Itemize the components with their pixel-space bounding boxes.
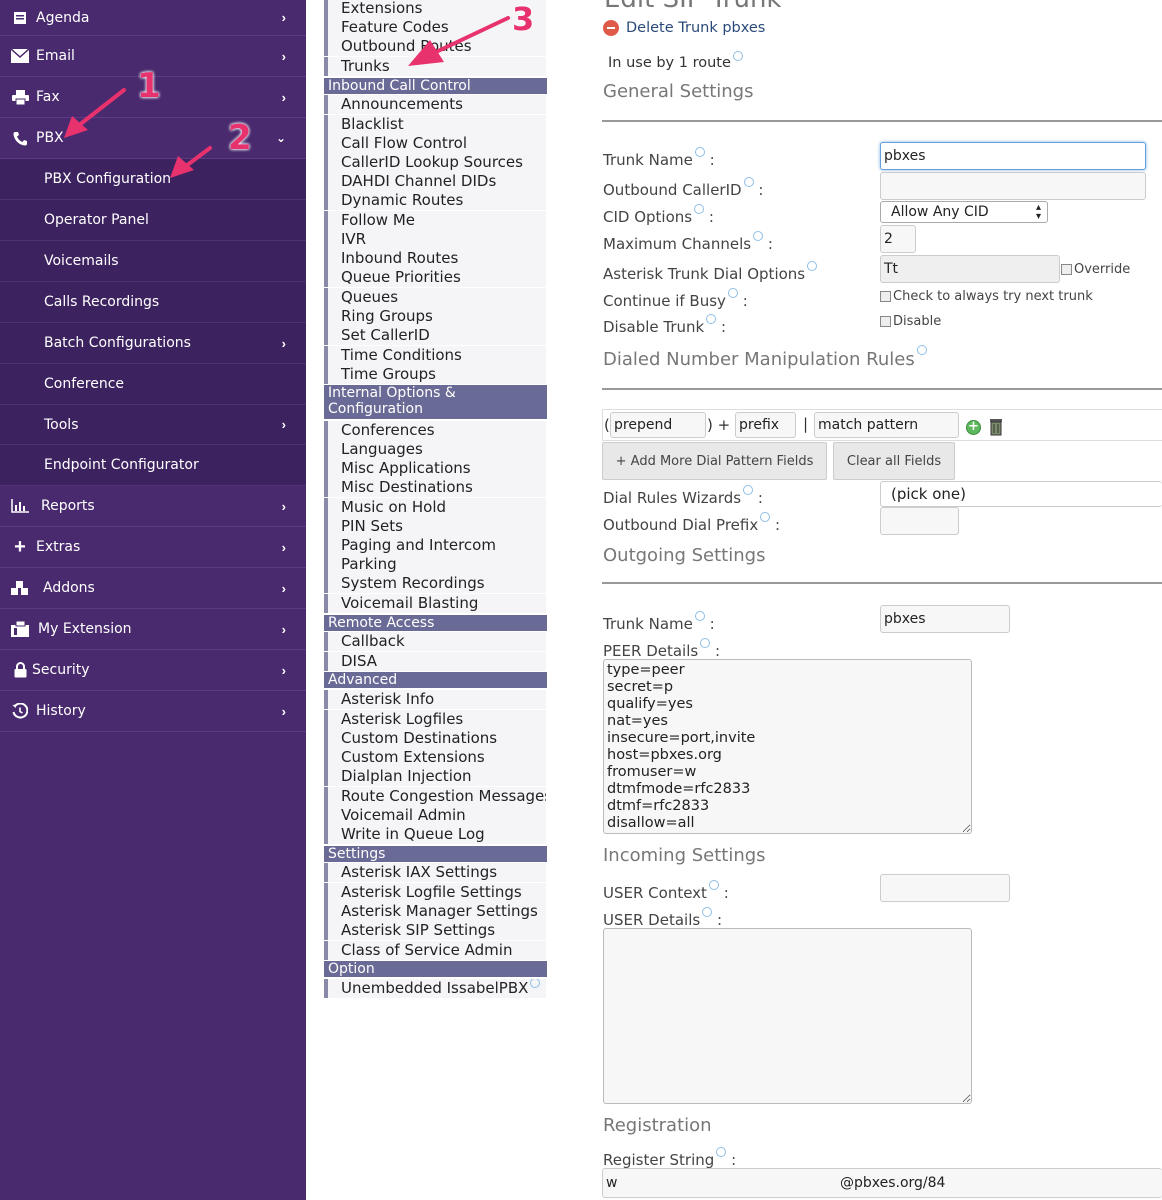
annotation-number-3: 3 bbox=[512, 0, 535, 38]
annotation-arrow-1 bbox=[64, 88, 126, 138]
annotation-number-1: 1 bbox=[137, 66, 161, 106]
annotation-number-2: 2 bbox=[228, 118, 252, 158]
annotation-arrows bbox=[64, 16, 510, 178]
annotation-arrow-3 bbox=[408, 16, 510, 66]
annotation-arrow-2 bbox=[170, 146, 212, 178]
